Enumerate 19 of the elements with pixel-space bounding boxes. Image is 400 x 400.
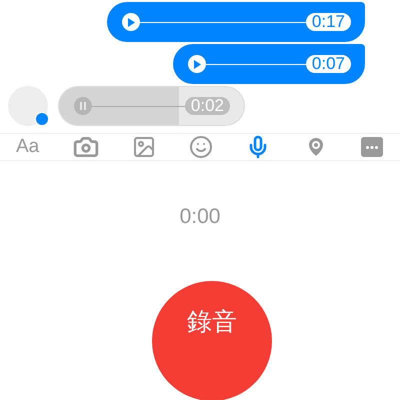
play-button[interactable] bbox=[188, 55, 206, 73]
recording-timer: 0:00 bbox=[178, 205, 222, 229]
play-icon bbox=[127, 18, 135, 26]
voice-message-bubble[interactable]: 0:17 bbox=[107, 2, 365, 42]
text-button[interactable]: Aa bbox=[16, 136, 40, 158]
voice-message-bubble[interactable]: 0:07 bbox=[173, 44, 365, 84]
more-icon[interactable] bbox=[360, 137, 383, 157]
play-button[interactable] bbox=[122, 13, 140, 31]
record-button[interactable]: 錄音 bbox=[152, 281, 272, 400]
voice-message-bubble[interactable]: 0:02 bbox=[58, 86, 245, 126]
messenger-badge-icon bbox=[35, 112, 49, 126]
duration-label: 0:02 bbox=[184, 97, 230, 115]
duration-label: 0:17 bbox=[306, 13, 351, 31]
image-icon[interactable] bbox=[132, 135, 156, 159]
duration-label: 0:07 bbox=[306, 55, 351, 73]
pause-icon bbox=[79, 102, 87, 110]
smiley-icon[interactable] bbox=[189, 135, 214, 159]
play-icon bbox=[193, 60, 201, 68]
camera-icon[interactable] bbox=[72, 134, 99, 160]
